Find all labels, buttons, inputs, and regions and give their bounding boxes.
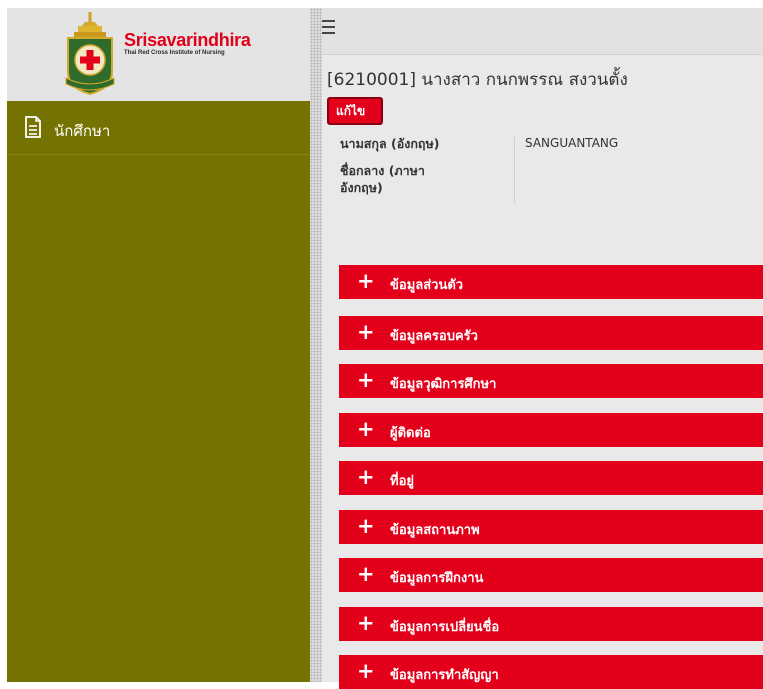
- sidebar: Srisavarindhira Thai Red Cross Institute…: [7, 8, 310, 682]
- plus-icon: +: [357, 417, 375, 441]
- section-name-change-info[interactable]: + ข้อมูลการเปลี่ยนชื่อ: [339, 607, 763, 641]
- plus-icon: +: [357, 320, 375, 344]
- field-label-middlename-en: ชื่อกลาง (ภาษา อังกฤษ): [340, 162, 425, 196]
- logo-title: Srisavarindhira: [124, 30, 251, 50]
- section-title: ข้อมูลส่วนตัว: [390, 278, 464, 293]
- document-icon: [25, 116, 41, 138]
- plus-icon: +: [357, 269, 375, 293]
- section-personal-info[interactable]: + ข้อมูลส่วนตัว: [339, 265, 763, 299]
- plus-icon: +: [357, 659, 375, 683]
- section-title: ที่อยู่: [390, 474, 414, 489]
- institute-emblem-icon: [65, 12, 115, 96]
- plus-icon: +: [357, 514, 375, 538]
- plus-icon: +: [357, 368, 375, 392]
- section-contract-info[interactable]: + ข้อมูลการทำสัญญา: [339, 655, 763, 689]
- plus-icon: +: [357, 465, 375, 489]
- field-label-line: ชื่อกลาง (ภาษา: [340, 163, 425, 178]
- section-education-info[interactable]: + ข้อมูลวุฒิการศึกษา: [339, 364, 763, 398]
- top-bar: [310, 8, 763, 55]
- section-title: ข้อมูลครอบครัว: [390, 329, 478, 344]
- logo-subtitle: Thai Red Cross Institute of Nursing: [124, 50, 225, 56]
- section-contacts[interactable]: + ผู้ติดต่อ: [339, 413, 763, 447]
- plus-icon: +: [357, 611, 375, 635]
- field-label-surname-en: นามสกุล (อังกฤษ): [340, 136, 440, 151]
- plus-icon: +: [357, 562, 375, 586]
- info-labels: นามสกุล (อังกฤษ) ชื่อกลาง (ภาษา อังกฤษ): [340, 136, 515, 203]
- student-title: [6210001] นางสาว กนกพรรณ สงวนตั้ง: [327, 70, 628, 90]
- section-title: ข้อมูลการเปลี่ยนชื่อ: [390, 620, 500, 635]
- section-family-info[interactable]: + ข้อมูลครอบครัว: [339, 316, 763, 350]
- sidebar-item-label: นักศึกษา: [54, 122, 111, 140]
- logo-area[interactable]: Srisavarindhira Thai Red Cross Institute…: [7, 8, 310, 101]
- section-status-info[interactable]: + ข้อมูลสถานภาพ: [339, 510, 763, 544]
- main-content: [6210001] นางสาว กนกพรรณ สงวนตั้ง แก้ไข …: [310, 8, 763, 689]
- panel-splitter[interactable]: [310, 8, 322, 682]
- section-title: ผู้ติดต่อ: [390, 426, 431, 441]
- field-value-surname-en: SANGUANTANG: [525, 136, 619, 150]
- sidebar-item-students[interactable]: นักศึกษา: [7, 108, 310, 155]
- section-internship-info[interactable]: + ข้อมูลการฝึกงาน: [339, 558, 763, 592]
- section-address[interactable]: + ที่อยู่: [339, 461, 763, 495]
- section-title: ข้อมูลการฝึกงาน: [390, 571, 484, 586]
- section-title: ข้อมูลวุฒิการศึกษา: [390, 377, 497, 392]
- edit-button[interactable]: แก้ไข: [327, 97, 383, 125]
- field-label-line: อังกฤษ): [340, 180, 383, 195]
- section-title: ข้อมูลสถานภาพ: [390, 523, 480, 538]
